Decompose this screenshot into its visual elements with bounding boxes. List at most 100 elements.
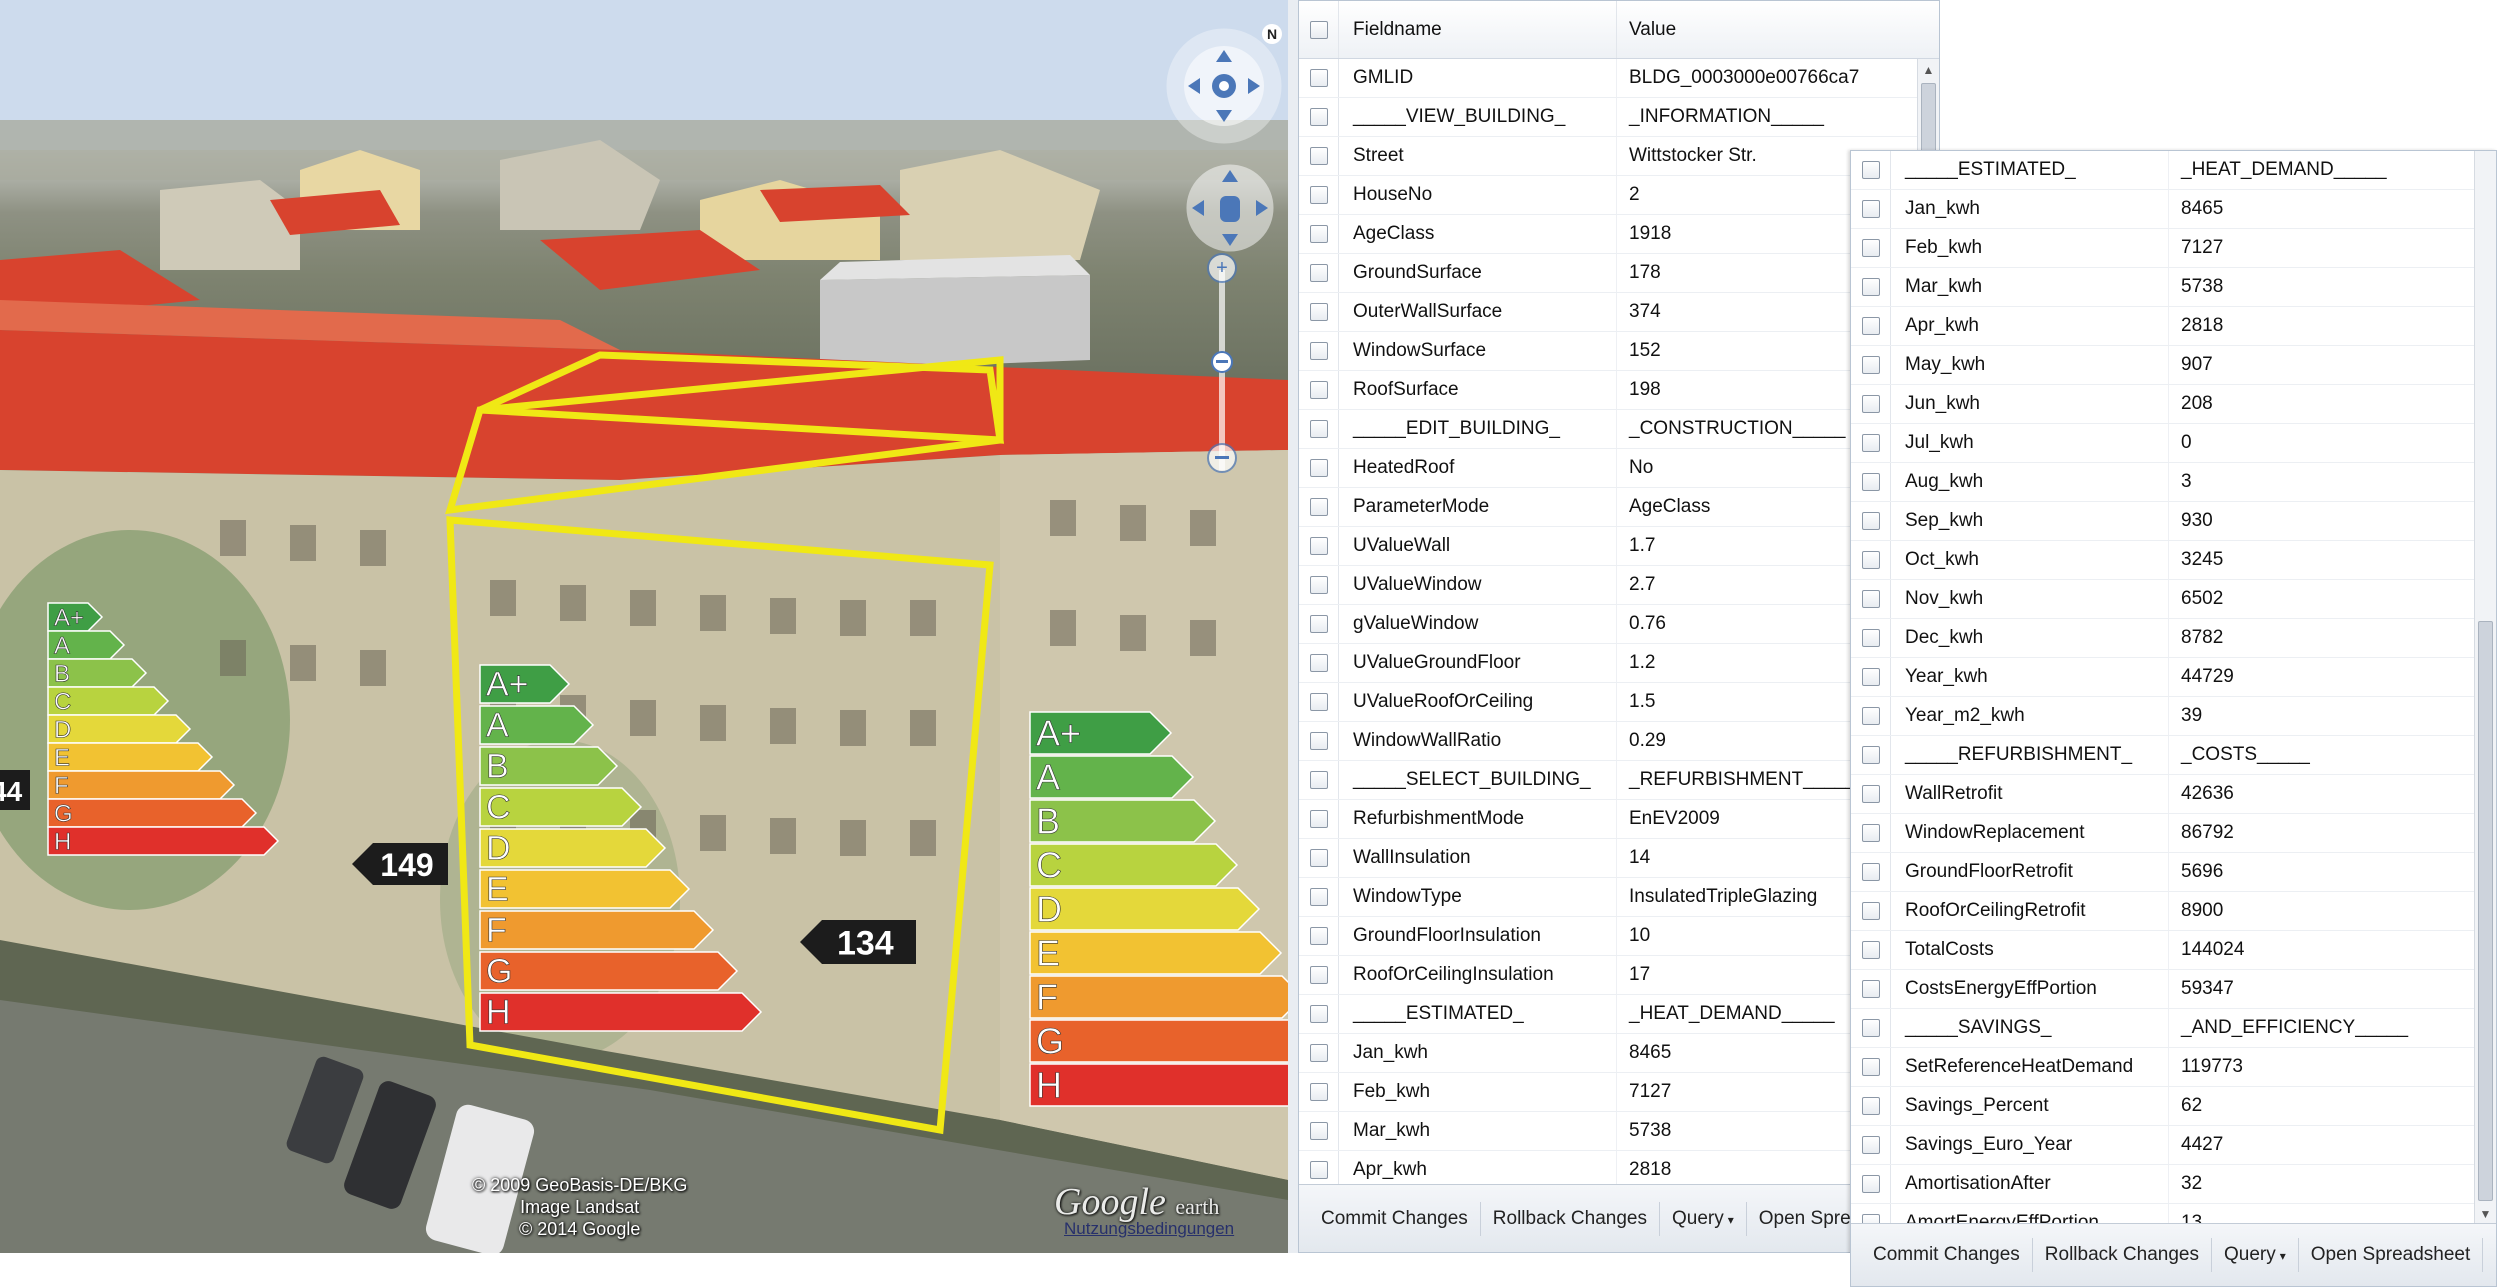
compass-control[interactable]: N — [1160, 22, 1288, 150]
table-row[interactable]: Sep_kwh 930 — [1851, 502, 2474, 541]
row-checkbox[interactable] — [1861, 278, 1880, 296]
table-row[interactable]: _____ESTIMATED_ _HEAT_DEMAND_____ — [1299, 995, 1917, 1034]
row-checkbox[interactable] — [1861, 824, 1880, 842]
row-checkbox[interactable] — [1309, 888, 1328, 906]
row-checkbox[interactable] — [1861, 1136, 1880, 1154]
table-row[interactable]: HeatedRoof No — [1299, 449, 1917, 488]
row-select-cell[interactable] — [1299, 59, 1339, 97]
row-checkbox[interactable] — [1861, 707, 1880, 725]
table-row[interactable]: _____SAVINGS_ _AND_EFFICIENCY_____ — [1851, 1009, 2474, 1048]
row-checkbox[interactable] — [1309, 1044, 1328, 1062]
fieldname-cell[interactable]: Apr_kwh — [1339, 1151, 1617, 1186]
row-checkbox[interactable] — [1861, 668, 1880, 686]
fieldname-cell[interactable]: Aug_kwh — [1891, 463, 2169, 501]
row-select-cell[interactable] — [1851, 346, 1891, 384]
fieldname-cell[interactable]: Jul_kwh — [1891, 424, 2169, 462]
row-select-cell[interactable] — [1851, 1204, 1891, 1225]
row-checkbox[interactable] — [1861, 200, 1880, 218]
row-checkbox[interactable] — [1861, 863, 1880, 881]
fieldname-cell[interactable]: Dec_kwh — [1891, 619, 2169, 657]
row-select-cell[interactable] — [1299, 449, 1339, 487]
row-checkbox[interactable] — [1861, 1058, 1880, 1076]
row-checkbox[interactable] — [1861, 551, 1880, 569]
fieldname-cell[interactable]: RoofSurface — [1339, 371, 1617, 409]
row-select-cell[interactable] — [1851, 190, 1891, 228]
value-cell[interactable]: 59347 — [2169, 970, 2474, 1008]
fieldname-cell[interactable]: WallRetrofit — [1891, 775, 2169, 813]
value-cell[interactable]: 44729 — [2169, 658, 2474, 696]
fieldname-column-header[interactable]: Fieldname — [1339, 1, 1617, 58]
table-row[interactable]: Year_kwh 44729 — [1851, 658, 2474, 697]
row-select-cell[interactable] — [1851, 229, 1891, 267]
row-checkbox[interactable] — [1861, 512, 1880, 530]
row-checkbox[interactable] — [1861, 395, 1880, 413]
table-row[interactable]: _____REFURBISHMENT_ _COSTS_____ — [1851, 736, 2474, 775]
table-row[interactable]: Oct_kwh 3245 — [1851, 541, 2474, 580]
fieldname-cell[interactable]: SetReferenceHeatDemand — [1891, 1048, 2169, 1086]
value-cell[interactable]: 7127 — [2169, 229, 2474, 267]
select-all-checkbox[interactable] — [1309, 20, 1328, 39]
row-select-cell[interactable] — [1299, 917, 1339, 955]
fieldname-cell[interactable]: Mar_kwh — [1339, 1112, 1617, 1150]
row-checkbox[interactable] — [1861, 473, 1880, 491]
table-row[interactable]: Jun_kwh 208 — [1851, 385, 2474, 424]
table-row[interactable]: Jul_kwh 0 — [1851, 424, 2474, 463]
table-row[interactable]: OuterWallSurface 374 — [1299, 293, 1917, 332]
row-checkbox[interactable] — [1309, 849, 1328, 867]
fieldname-cell[interactable]: _____EDIT_BUILDING_ — [1339, 410, 1617, 448]
table-row[interactable]: Street Wittstocker Str. — [1299, 137, 1917, 176]
value-cell[interactable]: 144024 — [2169, 931, 2474, 969]
row-select-cell[interactable] — [1299, 878, 1339, 916]
value-cell[interactable]: 32 — [2169, 1165, 2474, 1203]
row-select-cell[interactable] — [1851, 775, 1891, 813]
row-checkbox[interactable] — [1309, 966, 1328, 984]
table-row[interactable]: ParameterMode AgeClass — [1299, 488, 1917, 527]
table-row[interactable]: Dec_kwh 8782 — [1851, 619, 2474, 658]
row-checkbox[interactable] — [1309, 1161, 1328, 1179]
fieldname-cell[interactable]: CostsEnergyEffPortion — [1891, 970, 2169, 1008]
row-checkbox[interactable] — [1309, 537, 1328, 555]
row-select-cell[interactable] — [1851, 970, 1891, 1008]
row-select-cell[interactable] — [1299, 800, 1339, 838]
row-checkbox[interactable] — [1309, 381, 1328, 399]
row-checkbox[interactable] — [1309, 303, 1328, 321]
value-cell[interactable]: 13 — [2169, 1204, 2474, 1225]
row-checkbox[interactable] — [1309, 771, 1328, 789]
table-row[interactable]: May_kwh 907 — [1851, 346, 2474, 385]
fieldname-cell[interactable]: UValueGroundFloor — [1339, 644, 1617, 682]
fieldname-cell[interactable]: _____ESTIMATED_ — [1339, 995, 1617, 1033]
value-cell[interactable]: 930 — [2169, 502, 2474, 540]
row-checkbox[interactable] — [1309, 615, 1328, 633]
select-all-cell[interactable] — [1299, 1, 1339, 58]
table-row[interactable]: Savings_Euro_Year 4427 — [1851, 1126, 2474, 1165]
value-cell[interactable]: 119773 — [2169, 1048, 2474, 1086]
open-spreadsheet-button[interactable]: Open Spreadsheet — [2299, 1238, 2484, 1272]
row-select-cell[interactable] — [1851, 151, 1891, 189]
table-row[interactable]: _____SELECT_BUILDING_ _REFURBISHMENT_____ — [1299, 761, 1917, 800]
value-cell[interactable]: 208 — [2169, 385, 2474, 423]
row-checkbox[interactable] — [1309, 1083, 1328, 1101]
table-row[interactable]: GMLID BLDG_0003000e00766ca7 — [1299, 59, 1917, 98]
value-cell[interactable]: 3 — [2169, 463, 2474, 501]
rollback-changes-button[interactable]: Rollback Changes — [1481, 1201, 1660, 1236]
value-cell[interactable]: 4427 — [2169, 1126, 2474, 1164]
table-row[interactable]: AmortisationAfter 32 — [1851, 1165, 2474, 1204]
row-select-cell[interactable] — [1851, 1048, 1891, 1086]
row-select-cell[interactable] — [1851, 736, 1891, 774]
commit-changes-button[interactable]: Commit Changes — [1309, 1201, 1481, 1236]
row-select-cell[interactable] — [1851, 268, 1891, 306]
table-row[interactable]: SetReferenceHeatDemand 119773 — [1851, 1048, 2474, 1087]
fieldname-cell[interactable]: _____SELECT_BUILDING_ — [1339, 761, 1617, 799]
row-select-cell[interactable] — [1851, 658, 1891, 696]
table-row[interactable]: WindowSurface 152 — [1299, 332, 1917, 371]
row-checkbox[interactable] — [1861, 629, 1880, 647]
table-row[interactable]: Nov_kwh 6502 — [1851, 580, 2474, 619]
value-cell[interactable]: 0 — [2169, 424, 2474, 462]
row-checkbox[interactable] — [1861, 1019, 1880, 1037]
value-cell[interactable]: 8465 — [2169, 190, 2474, 228]
fieldname-cell[interactable]: _____SAVINGS_ — [1891, 1009, 2169, 1047]
value-cell[interactable]: _INFORMATION_____ — [1617, 98, 1917, 136]
fieldname-cell[interactable]: UValueRoofOrCeiling — [1339, 683, 1617, 721]
row-select-cell[interactable] — [1299, 1151, 1339, 1186]
fieldname-cell[interactable]: May_kwh — [1891, 346, 2169, 384]
